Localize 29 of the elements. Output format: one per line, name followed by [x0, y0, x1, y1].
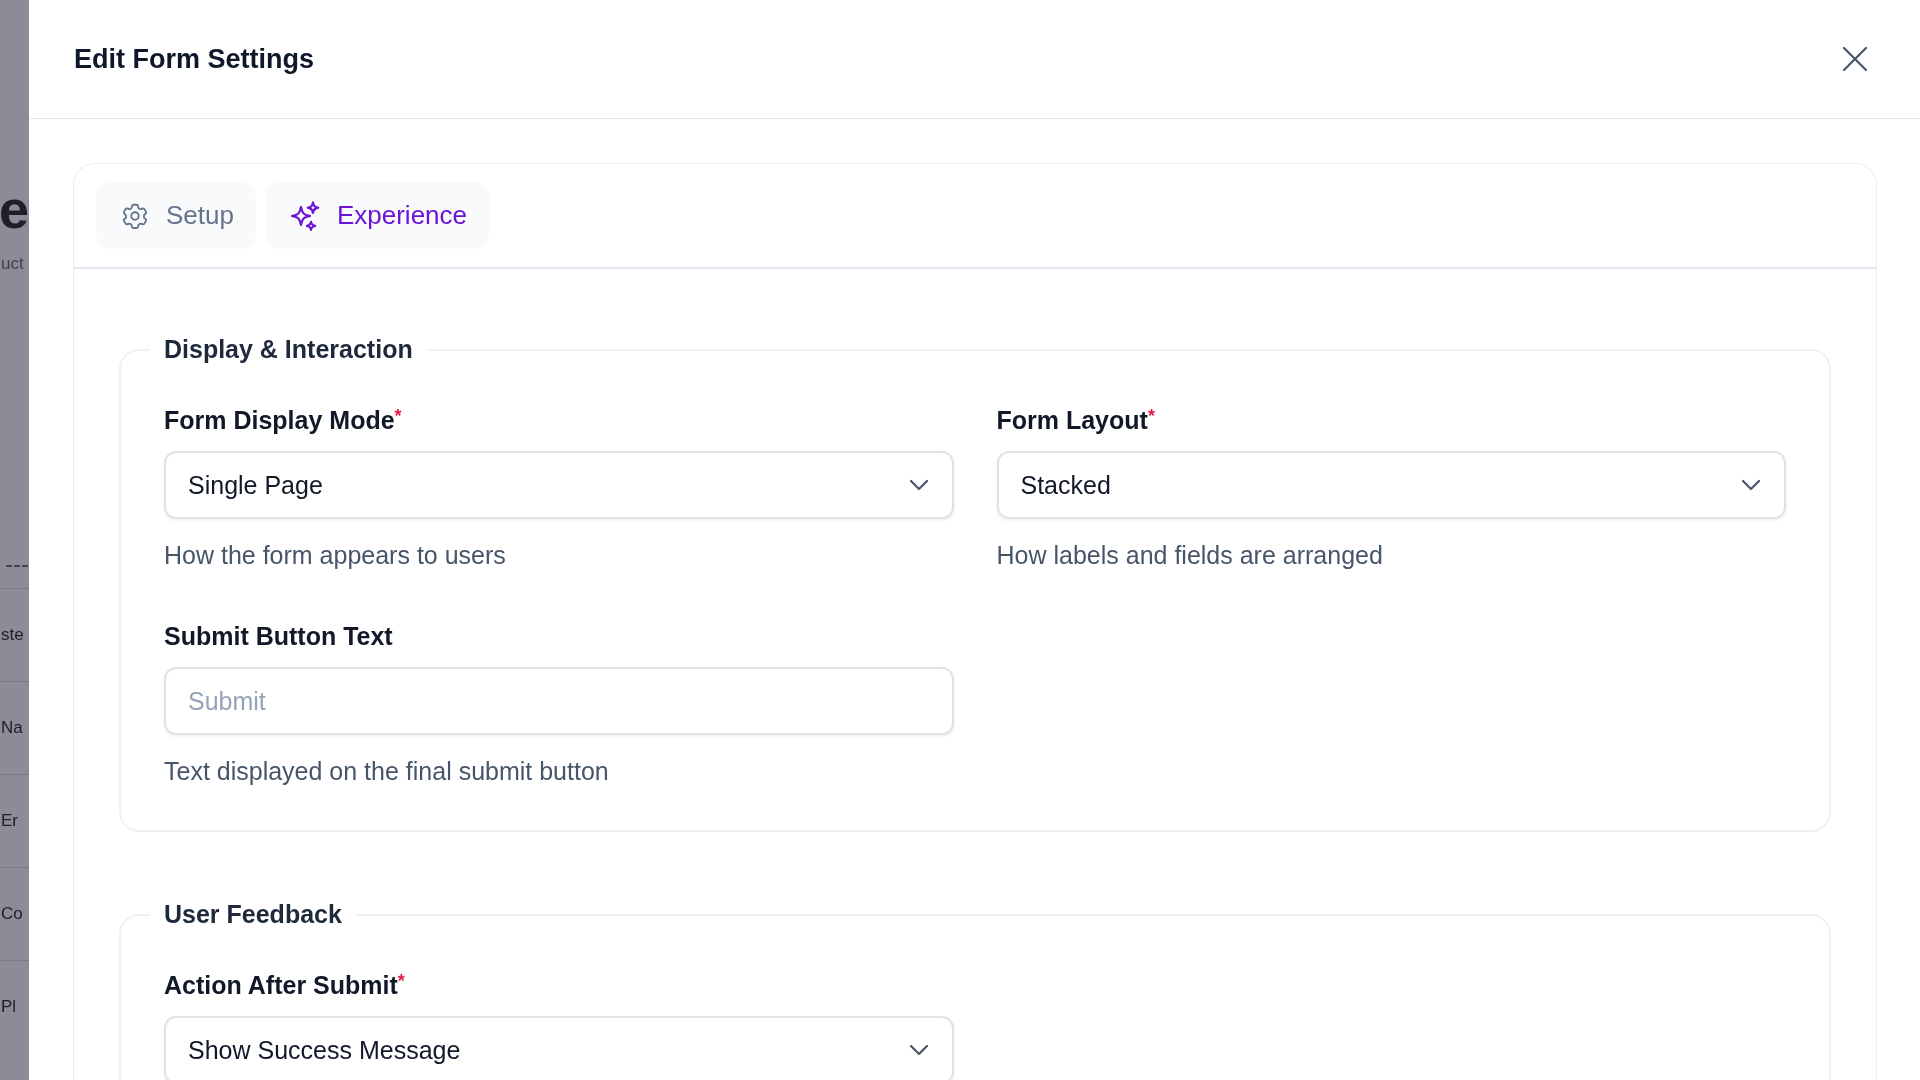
chevron-down-icon	[907, 478, 930, 492]
dialog-title: Edit Form Settings	[74, 43, 314, 75]
chevron-down-icon	[907, 1043, 930, 1057]
help-text: How labels and fields are arranged	[996, 541, 1384, 570]
sparkles-icon	[288, 199, 321, 232]
select-field[interactable]: Show Success Message	[164, 1016, 954, 1080]
field-label: Submit Button Text	[164, 622, 394, 651]
field-label: Form Display Mode$^{*}$	[164, 406, 403, 435]
select-field[interactable]: Single Page	[164, 451, 954, 519]
select-field[interactable]: Stacked	[996, 451, 1786, 519]
background-text: ste	[1, 625, 24, 645]
field-label: Action After Submit$^{*}$	[164, 971, 406, 1000]
help-text: How the form appears to users	[164, 541, 507, 570]
tab[interactable]: Setup	[96, 182, 256, 249]
help-text: Text displayed on the final submit button	[164, 757, 610, 786]
background-text: e	[0, 178, 29, 240]
background-text: Co	[1, 904, 23, 924]
background-text: ---	[5, 550, 29, 578]
section-legend: User Feedback	[150, 900, 356, 929]
background-text: Pl	[1, 997, 17, 1017]
background-text: uct	[1, 254, 24, 274]
chevron-down-icon	[1740, 478, 1762, 492]
background-text: Na	[1, 718, 23, 738]
tab[interactable]: Experience	[264, 182, 490, 249]
close-icon	[1842, 46, 1868, 72]
section-legend: Display & Interaction	[150, 335, 427, 364]
background-text: Er	[1, 811, 18, 831]
input-field[interactable]: Submit	[164, 667, 954, 735]
field-label: Form Layout$^{*}$	[996, 406, 1156, 435]
